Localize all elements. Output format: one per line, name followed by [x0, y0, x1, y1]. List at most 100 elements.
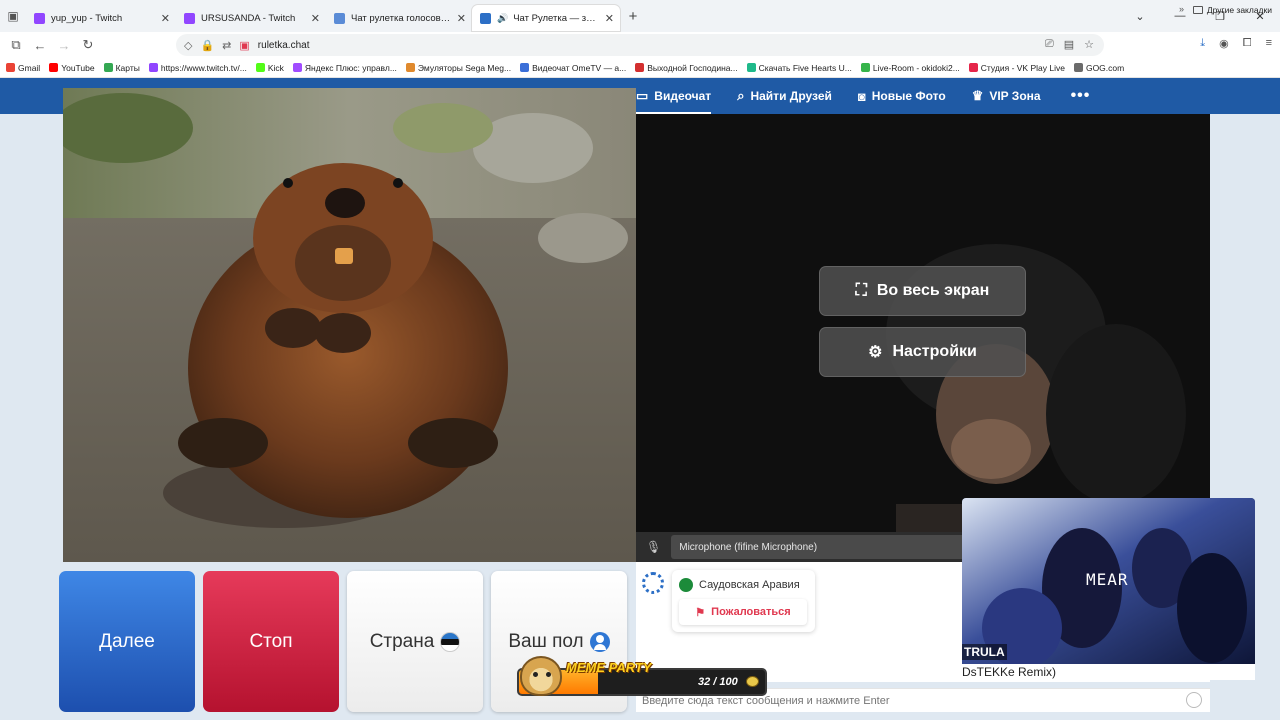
- bookmark-favicon-icon: [6, 63, 15, 72]
- chevron-right-double-icon[interactable]: »: [1179, 4, 1184, 14]
- account-icon[interactable]: ◉: [1219, 37, 1229, 50]
- fullscreen-button[interactable]: ⛶ Во весь экран: [819, 266, 1026, 316]
- bookmark-favicon-icon: [148, 63, 158, 72]
- bookmark-favicon-icon: [968, 63, 978, 72]
- twitch-icon: [184, 12, 195, 24]
- menu-icon[interactable]: ≡: [1266, 37, 1272, 50]
- forward-icon[interactable]: →: [52, 38, 76, 53]
- gear-icon: ⚙: [868, 344, 883, 361]
- bookmark-item[interactable]: YouTube: [49, 63, 95, 73]
- tab-ursusanda[interactable]: URSUSANDA - Twitch ✕: [176, 5, 326, 31]
- next-button[interactable]: Далее: [59, 571, 195, 712]
- tab-yup-yup[interactable]: yup_yup - Twitch ✕: [26, 5, 176, 31]
- bookmark-item[interactable]: Яндекс Плюс: управл...: [292, 63, 397, 73]
- chat-message-input[interactable]: [642, 694, 1172, 707]
- tab-overview-icon[interactable]: ▣: [0, 0, 26, 32]
- fullscreen-icon: ⛶: [855, 282, 867, 299]
- estonia-flag-icon: [440, 631, 461, 652]
- bookmark-item[interactable]: Карты: [103, 63, 140, 73]
- microphone-icon: 🎙: [646, 540, 662, 554]
- photo-camera-icon: ◙: [857, 88, 866, 104]
- speaker-icon[interactable]: 🔊: [497, 13, 508, 24]
- navigation-bar: ⧉ ← → ↻ ◇ 🔒 ⇄ ▣ ruletka.chat ⎚ ▤ ☆ ⤓ ◉ ⧠…: [0, 32, 1280, 58]
- chevron-down-icon[interactable]: ⌄: [1120, 10, 1160, 23]
- reload-icon[interactable]: ↻: [76, 37, 100, 53]
- bookmark-item[interactable]: Live-Room - okidoki2...: [860, 63, 960, 73]
- bookmark-favicon-icon: [255, 63, 265, 72]
- extensions-icon[interactable]: ⧠: [1243, 37, 1252, 50]
- beaver-image: [63, 88, 636, 562]
- stop-button[interactable]: Стоп: [203, 571, 339, 712]
- partner-country: Саудовская Аравия: [679, 578, 800, 592]
- bookmark-item[interactable]: Выходной Господина...: [635, 63, 738, 73]
- download-icon[interactable]: ⤓: [1200, 37, 1205, 50]
- bookmark-favicon-icon: [292, 63, 302, 72]
- close-tab-icon[interactable]: ✕: [605, 12, 614, 25]
- bookmark-favicon-icon: [103, 63, 113, 72]
- ruletka-logo-icon: [642, 572, 664, 594]
- bookmark-favicon-icon: [635, 63, 645, 72]
- new-tab-button[interactable]: +: [620, 3, 646, 29]
- back-icon[interactable]: ←: [28, 38, 52, 53]
- bookmark-star-icon[interactable]: ☆: [1084, 38, 1094, 51]
- bookmark-favicon-icon: [1073, 63, 1083, 72]
- close-tab-icon[interactable]: ✕: [457, 12, 466, 25]
- bookmark-item[interactable]: Скачать Five Hearts U...: [746, 63, 852, 73]
- bookmark-item[interactable]: Эмуляторы Sega Meg...: [405, 63, 511, 73]
- lock-icon[interactable]: 🔒: [200, 39, 214, 52]
- tab-ruletka[interactable]: 🔊 Чат Рулетка — знакомства ✕: [472, 5, 620, 31]
- address-bar[interactable]: ◇ 🔒 ⇄ ▣ ruletka.chat ⎚ ▤ ☆: [176, 34, 1104, 56]
- twitch-icon: [34, 12, 45, 24]
- bookmark-favicon-icon: [405, 63, 415, 72]
- screenshot-icon[interactable]: ⎚: [1045, 38, 1054, 51]
- saudi-flag-icon: [679, 578, 693, 592]
- coin-icon: [746, 676, 759, 687]
- tab-bar: ▣ yup_yup - Twitch ✕ URSUSANDA - Twitch …: [0, 0, 1280, 32]
- settings-button[interactable]: ⚙ Настройки: [819, 327, 1026, 377]
- microphone-select[interactable]: Microphone (fifine Microphone): [671, 535, 992, 559]
- search-icon: ⌕: [737, 88, 745, 103]
- bookmark-item[interactable]: GOG.com: [1073, 63, 1124, 73]
- other-bookmarks[interactable]: Другие закладки: [1192, 5, 1272, 15]
- tab-nekto[interactable]: Чат рулетка голосовая — Nekto ✕: [326, 5, 472, 31]
- bookmarks-bar: Gmail YouTube Карты https://www.twitch.tv/.…: [0, 58, 1280, 78]
- ruletka-icon: [480, 12, 491, 24]
- nav-new-photos[interactable]: ◙ Новые Фото: [858, 78, 946, 114]
- clip-word: MEAR: [1086, 570, 1129, 589]
- nav-vip-zone[interactable]: ♛ VIP Зона: [972, 78, 1041, 114]
- video-camera-icon: ▭: [636, 88, 649, 103]
- url-text[interactable]: ruletka.chat: [258, 40, 310, 51]
- clip-tag: TRULA: [962, 644, 1007, 660]
- meme-party-title: MEME PARTY: [566, 660, 652, 675]
- crown-icon: ♛: [971, 88, 984, 103]
- user-avatar-icon: [589, 631, 610, 652]
- remote-video: ⛶ Во весь экран ⚙ Настройки: [636, 114, 1210, 562]
- site-nav: ▭ Видеочат ⌕ Найти Друзей ◙ Новые Фото ♛…: [636, 78, 1090, 114]
- more-dots-icon[interactable]: •••: [1071, 87, 1091, 105]
- site-favicon-icon: ▣: [239, 39, 250, 52]
- clip-caption: DsTEKKe Remix): [962, 664, 1255, 680]
- emoji-icon[interactable]: [1186, 692, 1202, 708]
- close-tab-icon[interactable]: ✕: [161, 12, 170, 25]
- close-tab-icon[interactable]: ✕: [311, 12, 320, 25]
- country-button[interactable]: Страна: [347, 571, 483, 712]
- folder-icon: [1192, 6, 1203, 14]
- nav-find-friends[interactable]: ⌕ Найти Друзей: [737, 78, 832, 114]
- reader-mode-icon[interactable]: ▤: [1064, 38, 1074, 51]
- bookmark-favicon-icon: [49, 63, 59, 72]
- bookmark-favicon-icon: [860, 63, 870, 72]
- bookmark-item[interactable]: Студия - VK Play Live: [968, 63, 1065, 73]
- side-panel-icon[interactable]: ⧉: [4, 37, 28, 53]
- report-button[interactable]: ⚑ Пожаловаться: [679, 599, 807, 625]
- local-video: [63, 88, 636, 562]
- bookmark-item[interactable]: Gmail: [6, 63, 40, 73]
- flag-icon: ⚑: [695, 606, 706, 619]
- bookmark-item[interactable]: Видеочат OmeTV — a...: [520, 63, 626, 73]
- bookmark-favicon-icon: [746, 63, 756, 72]
- doge-icon: [520, 656, 562, 696]
- bookmark-item[interactable]: https://www.twitch.tv/...: [148, 63, 247, 73]
- nav-videochat[interactable]: ▭ Видеочат: [636, 78, 712, 114]
- site-settings-icon[interactable]: ⇄: [222, 39, 231, 52]
- bookmark-item[interactable]: Kick: [255, 63, 284, 73]
- shield-icon[interactable]: ◇: [184, 39, 192, 52]
